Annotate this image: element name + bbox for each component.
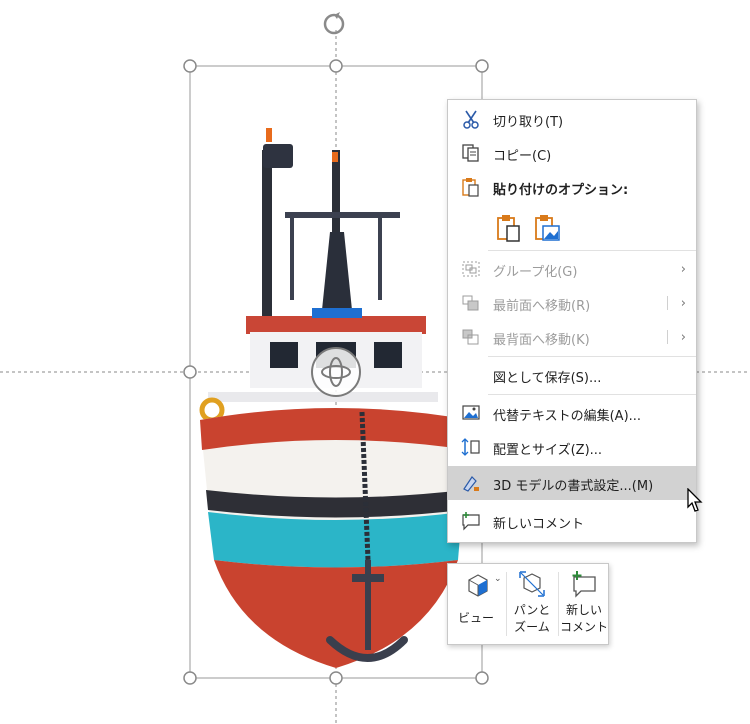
menu-separator — [488, 250, 696, 251]
resize-handle-bottom-right[interactable] — [475, 671, 489, 685]
rotation-handle[interactable] — [323, 12, 345, 35]
resize-handle-top-right[interactable] — [475, 59, 489, 73]
menu-item-label: 切り取り(T) — [493, 115, 564, 130]
menu-item-label: グループ化(G) — [493, 265, 578, 280]
resize-handle-top[interactable] — [329, 59, 343, 73]
menu-item-label: 配置とサイズ(Z)... — [493, 443, 603, 458]
menu-separator — [488, 356, 696, 357]
bring-to-front-icon — [460, 293, 482, 313]
view-label: ビュー — [457, 611, 494, 625]
menu-item-edit-alt-text[interactable]: 代替テキストの編集(A)... — [448, 396, 696, 430]
comment-label-1: 新しい — [565, 603, 602, 617]
context-menu: 切り取り(T) コピー(C) 貼り付けのオプション: グループ化(G) › 最前… — [447, 99, 697, 543]
menu-item-label: 3D モデルの書式設定...(M) — [493, 479, 654, 494]
new-comment-icon — [572, 571, 596, 598]
comment-label-2: コメント — [560, 620, 609, 634]
menu-item-save-as-picture[interactable]: 図として保存(S)... — [448, 358, 696, 392]
scissors-icon — [460, 109, 482, 129]
mini-toolbar: ⌄ ビュー パンと ズーム 新しい コメント — [447, 563, 609, 645]
alt-text-icon — [460, 403, 482, 423]
menu-item-paste-options: 貼り付けのオプション: — [448, 170, 696, 204]
pan-zoom-label-2: ズーム — [514, 620, 550, 634]
split-divider — [667, 296, 668, 310]
paste-icon — [460, 177, 482, 197]
pan-zoom-button[interactable]: パンと ズーム — [508, 564, 556, 644]
menu-item-group[interactable]: グループ化(G) › — [448, 252, 696, 286]
menu-item-format-3d-model[interactable]: 3D モデルの書式設定...(M) — [448, 466, 696, 500]
mouse-cursor-icon — [687, 488, 703, 512]
menu-item-label: 貼り付けのオプション: — [493, 183, 629, 198]
menu-item-label: 最前面へ移動(R) — [493, 299, 591, 314]
resize-handle-top-left[interactable] — [183, 59, 197, 73]
menu-item-cut[interactable]: 切り取り(T) — [448, 102, 696, 136]
3d-rotate-control[interactable] — [311, 347, 361, 397]
menu-item-new-comment[interactable]: 新しいコメント — [448, 504, 696, 538]
resize-handle-bottom[interactable] — [329, 671, 343, 685]
boat-3d-model[interactable] — [199, 128, 470, 668]
menu-item-label: コピー(C) — [493, 149, 552, 164]
chevron-down-icon: ⌄ — [494, 574, 502, 584]
resize-handle-left[interactable] — [183, 365, 197, 379]
menu-item-copy[interactable]: コピー(C) — [448, 136, 696, 170]
group-icon — [460, 259, 482, 279]
toolbar-divider — [558, 572, 559, 636]
menu-separator — [488, 394, 696, 395]
format-3d-model-icon — [460, 473, 482, 493]
pan-zoom-label-1: パンと — [513, 603, 551, 617]
new-comment-button[interactable]: 新しい コメント — [560, 564, 608, 644]
resize-handle-bottom-left[interactable] — [183, 671, 197, 685]
new-comment-icon — [460, 511, 482, 531]
menu-item-bring-to-front[interactable]: 最前面へ移動(R) › — [448, 286, 696, 320]
copy-icon — [460, 143, 482, 163]
menu-item-label: 代替テキストの編集(A)... — [493, 409, 642, 424]
send-to-back-icon — [460, 327, 482, 347]
size-position-icon — [460, 437, 482, 457]
chevron-right-icon: › — [680, 262, 686, 277]
menu-item-label: 最背面へ移動(K) — [493, 333, 590, 348]
menu-item-send-to-back[interactable]: 最背面へ移動(K) › — [448, 320, 696, 354]
split-divider — [667, 330, 668, 344]
toolbar-divider — [506, 572, 507, 636]
menu-item-label: 新しいコメント — [493, 517, 585, 532]
view-cube-icon — [468, 574, 488, 597]
view-button[interactable]: ⌄ ビュー — [450, 564, 502, 644]
chevron-right-icon[interactable]: › — [681, 330, 686, 345]
menu-item-label: 図として保存(S)... — [493, 371, 602, 386]
chevron-right-icon[interactable]: › — [681, 296, 686, 311]
paste-keep-format-icon[interactable] — [494, 213, 524, 243]
menu-item-size-and-position[interactable]: 配置とサイズ(Z)... — [448, 430, 696, 464]
pan-zoom-icon — [519, 571, 545, 597]
paste-as-picture-icon[interactable] — [532, 213, 562, 243]
